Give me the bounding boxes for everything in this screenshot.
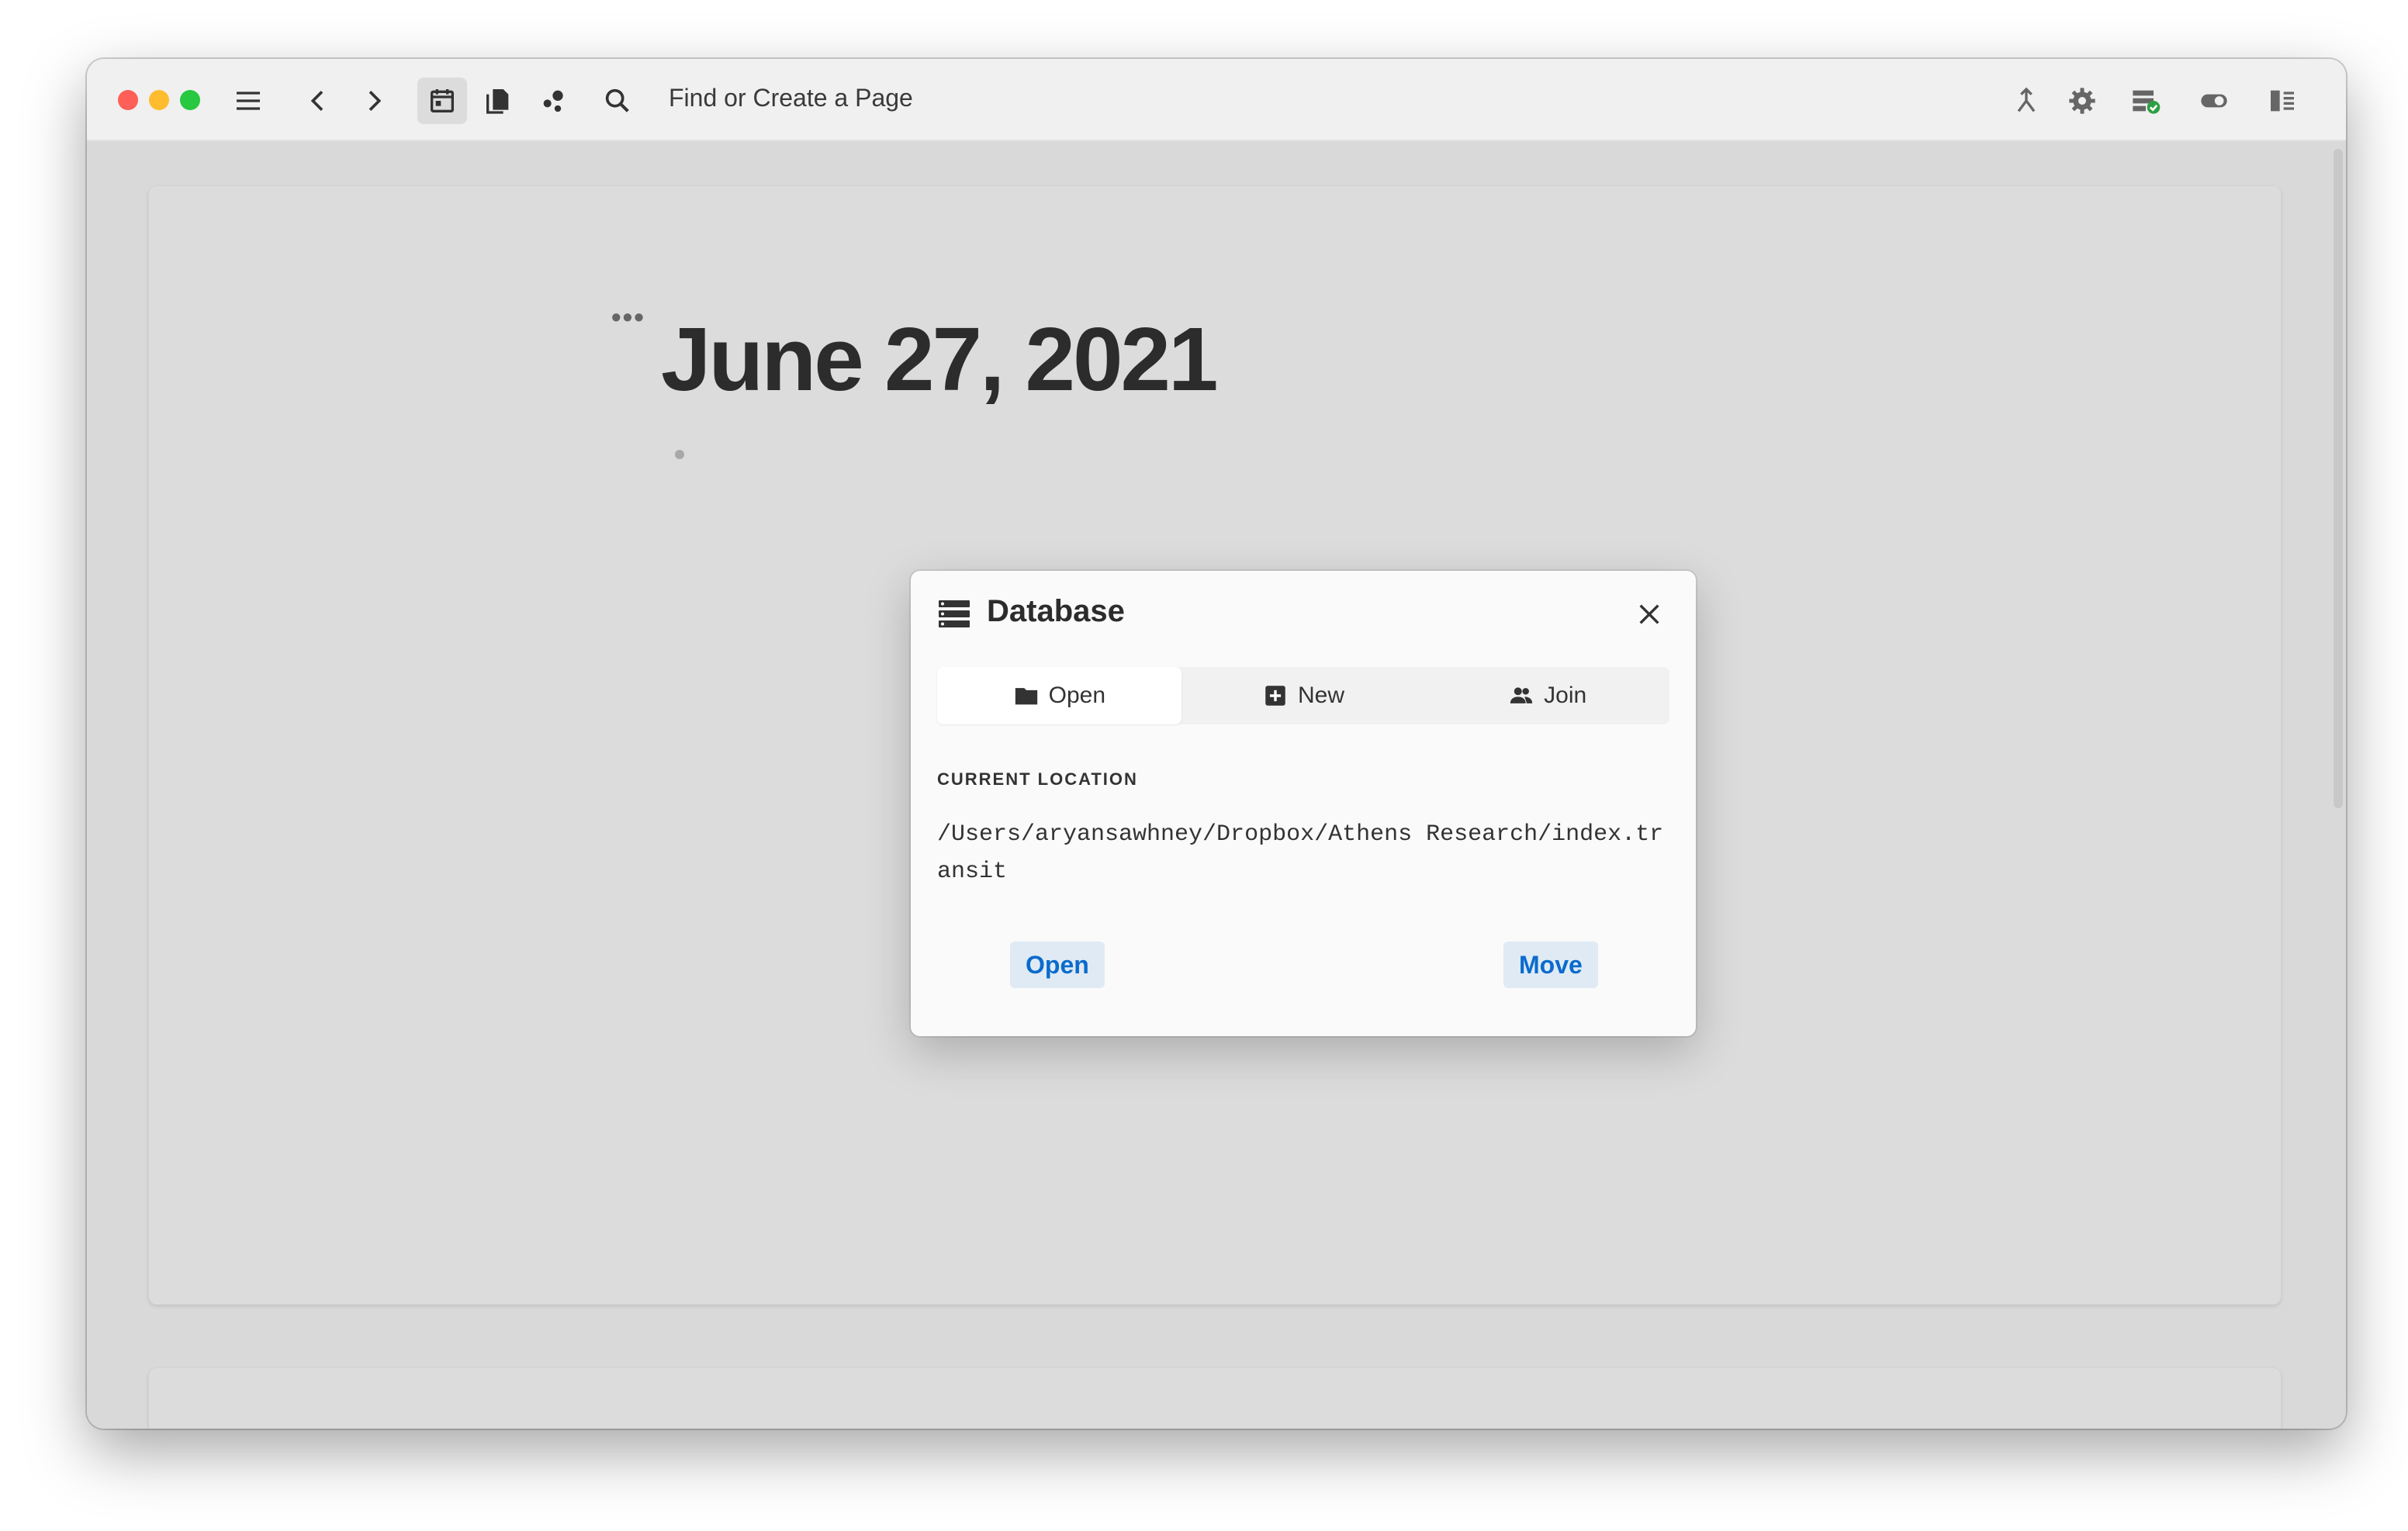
search-button[interactable] xyxy=(593,78,642,124)
graph-icon xyxy=(543,90,563,112)
page-options-icon[interactable]: ••• xyxy=(611,301,645,334)
move-button[interactable]: Move xyxy=(1503,942,1598,988)
theme-toggle-icon xyxy=(2201,94,2227,108)
page-title[interactable]: June 27, 2021 xyxy=(661,307,1219,411)
settings-button[interactable] xyxy=(2057,78,2107,124)
window-close-button[interactable] xyxy=(118,90,138,110)
current-location-path: /Users/aryansawhney/Dropbox/Athens Resea… xyxy=(937,821,1664,885)
database-dialog: Database Open New Join CURRENT LOCATION … xyxy=(911,571,1696,1036)
app-window: Find or Create a Page ••• June 27, 2021 xyxy=(87,59,2346,1429)
daily-notes-button[interactable] xyxy=(417,78,467,124)
tab-new[interactable]: New xyxy=(1182,667,1426,724)
tab-open[interactable]: Open xyxy=(937,667,1182,724)
tab-join[interactable]: Join xyxy=(1425,667,1669,724)
tab-join-label: Join xyxy=(1544,683,1587,708)
next-daily-note-card xyxy=(149,1368,2281,1429)
database-button[interactable] xyxy=(2121,78,2171,124)
all-pages-button[interactable] xyxy=(473,78,523,124)
window-maximize-button[interactable] xyxy=(180,90,200,110)
people-icon xyxy=(1510,687,1533,703)
merge-button[interactable] xyxy=(2001,78,2051,124)
menu-button[interactable] xyxy=(223,78,273,124)
right-sidebar-button[interactable] xyxy=(2258,78,2307,124)
scrollbar[interactable] xyxy=(2334,149,2343,808)
window-minimize-button[interactable] xyxy=(149,90,169,110)
calendar-icon xyxy=(431,89,454,112)
close-icon xyxy=(1639,604,1659,624)
database-icon xyxy=(939,600,970,627)
current-location-label: CURRENT LOCATION xyxy=(937,769,1138,789)
folder-icon xyxy=(1015,688,1037,705)
tab-new-label: New xyxy=(1298,683,1345,708)
theme-toggle-button[interactable] xyxy=(2189,78,2239,124)
forward-button[interactable] xyxy=(349,78,399,124)
right-sidebar-icon xyxy=(2271,90,2294,112)
search-icon xyxy=(605,88,629,112)
add-box-icon xyxy=(1265,686,1285,706)
back-button[interactable] xyxy=(293,78,343,124)
graph-button[interactable] xyxy=(529,78,579,124)
pages-icon xyxy=(486,89,509,114)
menu-icon xyxy=(237,92,260,110)
settings-icon xyxy=(2069,88,2095,114)
block-bullet[interactable] xyxy=(675,450,684,459)
database-sync-icon xyxy=(2133,90,2161,114)
dialog-close-button[interactable] xyxy=(1632,597,1666,631)
open-button[interactable]: Open xyxy=(1010,942,1105,988)
back-icon xyxy=(310,91,323,111)
dialog-tabs: Open New Join xyxy=(937,667,1669,724)
merge-icon xyxy=(2017,87,2036,112)
dialog-title: Database xyxy=(987,594,1125,628)
tab-open-label: Open xyxy=(1048,683,1106,708)
search-input[interactable]: Find or Create a Page xyxy=(669,84,913,112)
toolbar: Find or Create a Page xyxy=(87,59,2346,141)
forward-icon xyxy=(368,91,382,111)
